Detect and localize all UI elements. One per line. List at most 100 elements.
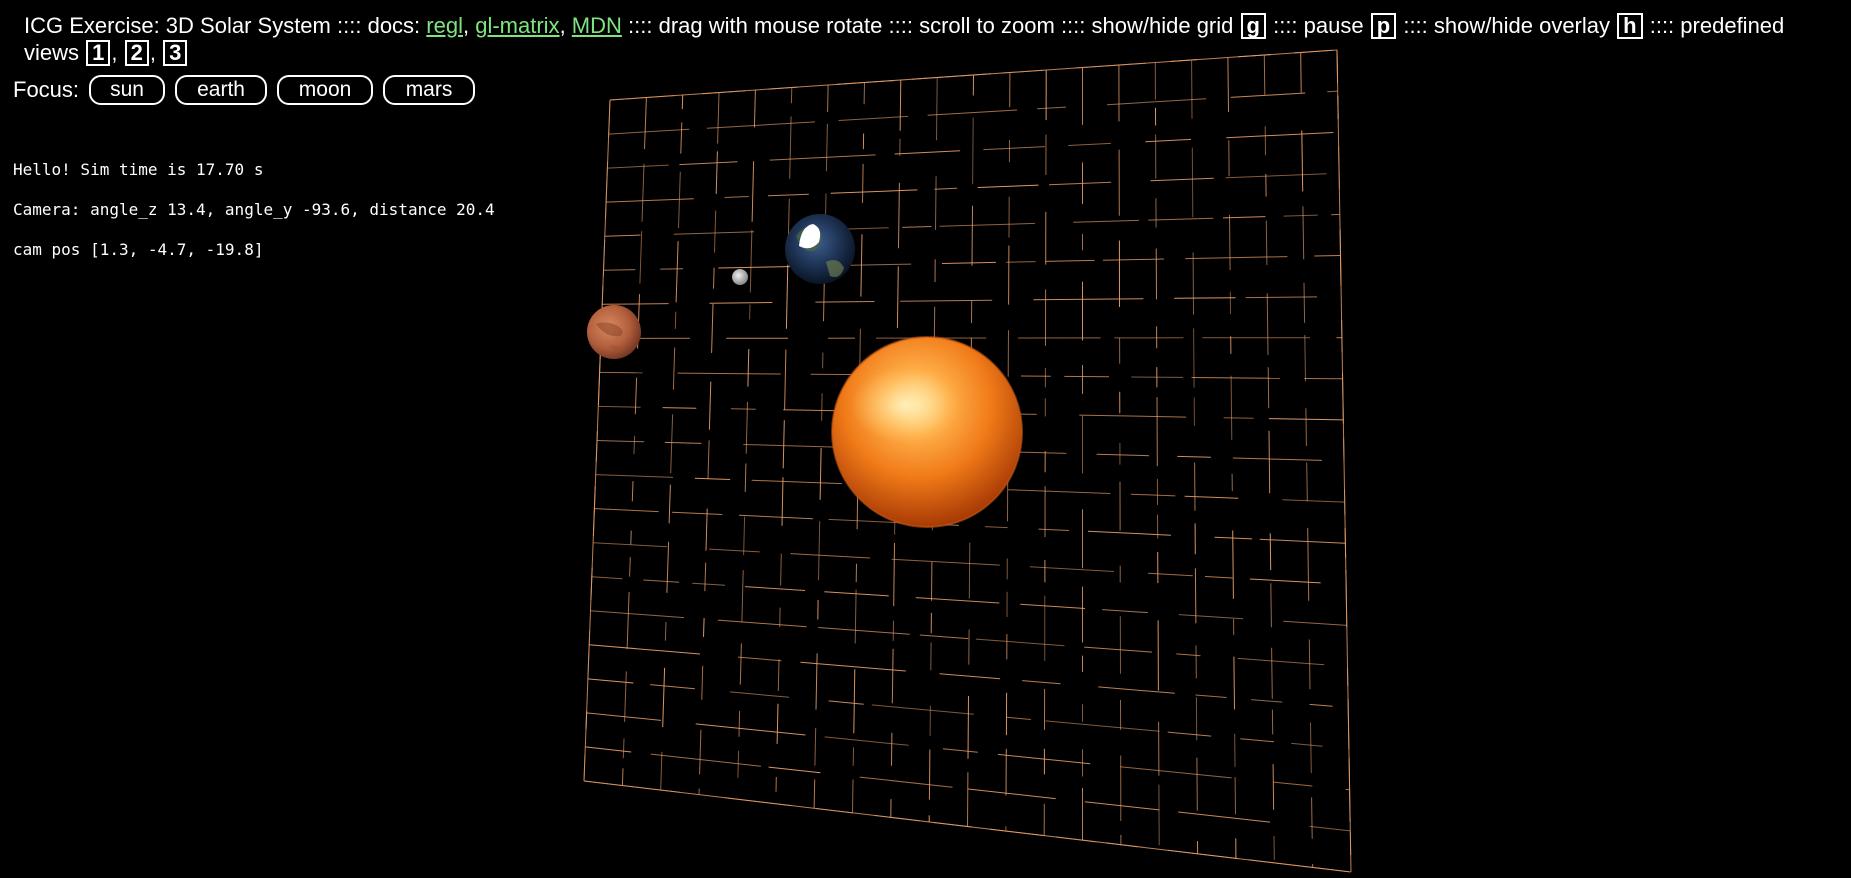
grid-segment bbox=[673, 231, 755, 235]
cam-pos-text: cam pos [1.3, -4.7, -19.8] bbox=[13, 240, 264, 259]
grid-segment bbox=[639, 231, 643, 284]
grid-segment bbox=[694, 477, 731, 480]
link-regl[interactable]: regl bbox=[426, 13, 463, 38]
grid-segment bbox=[767, 193, 809, 197]
grid-segment bbox=[783, 409, 837, 412]
grid-segment bbox=[1301, 130, 1304, 192]
grid-segment bbox=[713, 267, 715, 289]
grid-segment bbox=[1178, 811, 1271, 823]
grid-segment bbox=[1148, 572, 1193, 577]
grid-segment bbox=[1214, 536, 1253, 540]
grid-segment bbox=[737, 656, 782, 662]
grid-segment bbox=[749, 229, 753, 293]
grid-segment bbox=[902, 226, 932, 228]
grid-segment bbox=[934, 187, 958, 190]
key-3: 3 bbox=[163, 40, 188, 66]
link-gl-matrix[interactable]: gl-matrix bbox=[475, 13, 559, 38]
grid-segment bbox=[751, 161, 755, 222]
focus-earth-button[interactable]: earth bbox=[175, 75, 268, 105]
grid-segment bbox=[678, 171, 681, 229]
grid-segment bbox=[1049, 181, 1112, 186]
grid-segment bbox=[1302, 206, 1305, 260]
grid-segment bbox=[608, 128, 690, 135]
grid-segment bbox=[1336, 49, 1352, 873]
grid-segment bbox=[1308, 639, 1311, 690]
grid-segment bbox=[1068, 142, 1111, 146]
key-h: h bbox=[1617, 13, 1643, 39]
grid-segment bbox=[894, 150, 961, 155]
grid-segment bbox=[927, 109, 1018, 116]
grid-segment bbox=[821, 393, 823, 421]
grid-segment bbox=[1237, 657, 1325, 666]
grid-segment bbox=[1073, 219, 1139, 223]
grid-segment bbox=[1229, 214, 1231, 271]
grid-segment bbox=[967, 695, 969, 759]
grid-segment bbox=[622, 738, 625, 759]
key-1: 1 bbox=[86, 40, 111, 66]
grid-segment bbox=[1305, 408, 1307, 447]
focus-moon-button[interactable]: moon bbox=[277, 75, 374, 105]
grid-segment bbox=[769, 154, 876, 161]
grid-segment bbox=[624, 671, 627, 722]
grid-segment bbox=[853, 669, 856, 734]
instructions-header: ICG Exercise: 3D Solar System :::: docs:… bbox=[24, 13, 1785, 66]
grid-segment bbox=[1232, 457, 1322, 461]
grid-segment bbox=[1045, 259, 1095, 262]
grid-segment bbox=[1079, 414, 1187, 418]
grid-segment bbox=[983, 146, 1045, 151]
grid-segment bbox=[703, 617, 705, 637]
grid-segment bbox=[707, 440, 710, 480]
grid-segment bbox=[1268, 430, 1271, 494]
grid-segment bbox=[699, 729, 702, 775]
focus-sun-button[interactable]: sun bbox=[89, 75, 166, 105]
grid-segment bbox=[1194, 568, 1197, 624]
grid-segment bbox=[1130, 493, 1176, 497]
grid-segment bbox=[968, 542, 971, 599]
grid-segment bbox=[789, 116, 792, 179]
grid-segment bbox=[971, 205, 973, 266]
grid-segment bbox=[753, 89, 756, 128]
grid-segment bbox=[695, 723, 806, 736]
grid-segment bbox=[595, 474, 674, 478]
grid-segment bbox=[1176, 653, 1201, 657]
key-2: 2 bbox=[124, 40, 149, 66]
grid-segment bbox=[1223, 417, 1254, 419]
grid-segment bbox=[859, 776, 953, 788]
grid-segment bbox=[854, 589, 857, 644]
grid-segment bbox=[1270, 583, 1272, 628]
grid-segment bbox=[824, 736, 909, 746]
grid-segment bbox=[818, 627, 910, 635]
focus-label: Focus: bbox=[13, 77, 80, 102]
grid-segment bbox=[1272, 764, 1275, 810]
grid-segment bbox=[704, 562, 707, 592]
grid-segment bbox=[709, 302, 773, 304]
grid-segment bbox=[603, 269, 636, 271]
grid-segment bbox=[739, 643, 742, 685]
grid-segment bbox=[1006, 261, 1036, 263]
grid-segment bbox=[714, 210, 717, 253]
grid-segment bbox=[776, 703, 779, 744]
grid-segment bbox=[751, 479, 842, 485]
grid-segment bbox=[939, 222, 1036, 227]
grid-segment bbox=[594, 508, 659, 513]
debug-overlay: Hello! Sim time is 17.70 s Camera: angle… bbox=[13, 140, 495, 280]
link-mdn[interactable]: MDN bbox=[572, 13, 622, 38]
grid-segment bbox=[590, 610, 685, 619]
grid-segment bbox=[782, 420, 785, 469]
grid-segment bbox=[662, 667, 666, 728]
grid-segment bbox=[919, 634, 969, 640]
grid-segment bbox=[942, 748, 978, 753]
grid-segment bbox=[585, 746, 632, 753]
mars bbox=[587, 305, 641, 359]
grid-segment bbox=[784, 349, 787, 410]
grid-segment bbox=[928, 749, 931, 800]
grid-segment bbox=[768, 766, 821, 774]
grid-segment bbox=[1304, 334, 1306, 382]
focus-mars-button[interactable]: mars bbox=[383, 75, 476, 105]
grid-segment bbox=[1230, 92, 1306, 98]
grid-segment bbox=[1120, 766, 1232, 779]
grid-segment bbox=[1045, 720, 1160, 732]
grid-segment bbox=[1145, 138, 1192, 143]
grid-segment bbox=[1307, 527, 1310, 601]
solar-system-viewport[interactable] bbox=[0, 0, 1851, 878]
